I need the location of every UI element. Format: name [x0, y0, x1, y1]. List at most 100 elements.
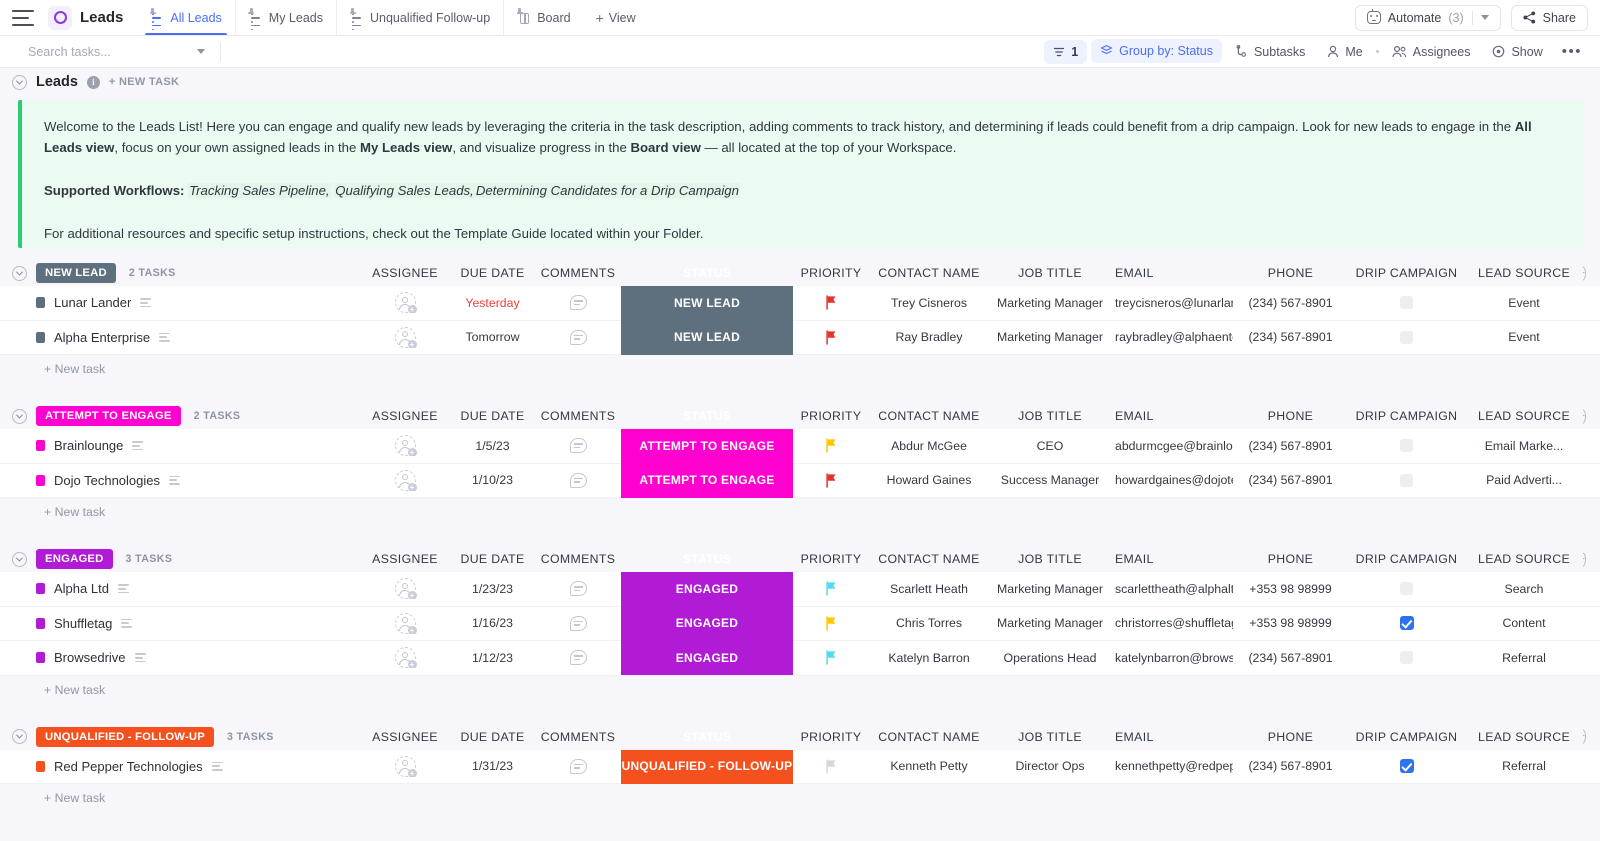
drip-campaign-cell[interactable] — [1348, 331, 1465, 344]
task-description-icon[interactable] — [118, 584, 129, 593]
status-badge[interactable]: NEW LEAD — [621, 320, 793, 355]
view-tab-my-leads[interactable]: My Leads — [235, 0, 336, 35]
column-header-contact[interactable]: CONTACT NAME — [869, 409, 989, 423]
drip-campaign-cell[interactable] — [1348, 759, 1465, 773]
drip-checkbox-checked[interactable] — [1400, 759, 1414, 773]
collapse-group-icon[interactable] — [12, 409, 27, 424]
assignee-cell[interactable]: + — [360, 470, 450, 491]
due-date-cell[interactable]: Tomorrow — [450, 330, 535, 344]
assignee-cell[interactable]: + — [360, 613, 450, 634]
drip-checkbox-unchecked[interactable] — [1400, 474, 1413, 487]
email-cell[interactable]: kennethpetty@redpeppertech.com — [1111, 759, 1233, 773]
job-title-cell[interactable]: Operations Head — [989, 651, 1111, 665]
column-header-email[interactable]: EMAIL — [1111, 730, 1233, 744]
email-cell[interactable]: treycisneros@lunarlander.com — [1111, 296, 1233, 310]
new-task-button[interactable]: + NEW TASK — [109, 76, 179, 88]
task-name[interactable]: Dojo Technologies — [54, 473, 160, 488]
due-date-cell[interactable]: 1/16/23 — [450, 616, 535, 630]
table-row[interactable]: Dojo Technologies+1/10/23ATTEMPT TO ENGA… — [0, 464, 1600, 499]
drip-campaign-cell[interactable] — [1348, 582, 1465, 595]
task-description-icon[interactable] — [212, 762, 223, 771]
column-header-drip[interactable]: DRIP CAMPAIGN — [1348, 266, 1465, 280]
drip-checkbox-unchecked[interactable] — [1400, 582, 1413, 595]
job-title-cell[interactable]: CEO — [989, 439, 1111, 453]
phone-cell[interactable]: (234) 567-8901 — [1233, 330, 1348, 344]
contact-name-cell[interactable]: Howard Gaines — [869, 473, 989, 487]
add-assignee-icon[interactable]: + — [395, 613, 416, 634]
job-title-cell[interactable]: Marketing Manager — [989, 296, 1111, 310]
column-header-lead-source[interactable]: LEAD SOURCE — [1465, 409, 1583, 423]
phone-cell[interactable]: (234) 567-8901 — [1233, 439, 1348, 453]
comment-icon[interactable] — [570, 581, 587, 596]
comments-cell[interactable] — [535, 759, 621, 774]
status-badge[interactable]: NEW LEAD — [621, 286, 793, 321]
task-name[interactable]: Brainlounge — [54, 438, 123, 453]
comment-icon[interactable] — [570, 438, 587, 453]
comment-icon[interactable] — [570, 759, 587, 774]
phone-cell[interactable]: (234) 567-8901 — [1233, 473, 1348, 487]
task-name[interactable]: Lunar Lander — [54, 295, 131, 310]
email-cell[interactable]: abdurmcgee@brainlounge.com — [1111, 439, 1233, 453]
table-row[interactable]: Lunar Lander+YesterdayNEW LEADTrey Cisne… — [0, 286, 1600, 321]
chevron-down-icon[interactable] — [1481, 15, 1489, 20]
task-description-icon[interactable] — [121, 619, 132, 628]
status-badge[interactable]: ATTEMPT TO ENGAGE — [621, 429, 793, 464]
column-header-lead-source[interactable]: LEAD SOURCE — [1465, 266, 1583, 280]
task-description-icon[interactable] — [159, 333, 170, 342]
assignee-cell[interactable]: + — [360, 756, 450, 777]
column-header-drip[interactable]: DRIP CAMPAIGN — [1348, 730, 1465, 744]
due-date-cell[interactable]: 1/5/23 — [450, 439, 535, 453]
add-column-button[interactable]: + — [1583, 729, 1586, 744]
group-status-badge[interactable]: ATTEMPT TO ENGAGE — [36, 406, 181, 426]
table-row[interactable]: Brainlounge+1/5/23ATTEMPT TO ENGAGEAbdur… — [0, 429, 1600, 464]
column-header-job[interactable]: JOB TITLE — [989, 552, 1111, 566]
column-header-due[interactable]: DUE DATE — [450, 730, 535, 744]
drip-checkbox-unchecked[interactable] — [1400, 296, 1413, 309]
view-tab-all-leads[interactable]: All Leads — [137, 0, 234, 35]
column-header-status[interactable]: STATUS — [621, 399, 793, 434]
phone-cell[interactable]: (234) 567-8901 — [1233, 759, 1348, 773]
view-tab-board[interactable]: Board — [503, 0, 583, 35]
lead-source-cell[interactable]: Event — [1465, 330, 1583, 344]
column-header-comments[interactable]: COMMENTS — [535, 730, 621, 744]
task-name[interactable]: Shuffletag — [54, 616, 112, 631]
task-name-cell[interactable]: Alpha Ltd — [0, 581, 360, 596]
status-badge[interactable]: ENGAGED — [621, 572, 793, 607]
comment-icon[interactable] — [570, 295, 587, 310]
add-assignee-icon[interactable]: + — [395, 756, 416, 777]
lead-source-cell[interactable]: Referral — [1465, 651, 1583, 665]
email-cell[interactable]: scarlettheath@alphaltd.com — [1111, 582, 1233, 596]
comments-cell[interactable] — [535, 581, 621, 596]
job-title-cell[interactable]: Success Manager — [989, 473, 1111, 487]
job-title-cell[interactable]: Marketing Manager — [989, 330, 1111, 344]
collapse-group-icon[interactable] — [12, 552, 27, 567]
contact-name-cell[interactable]: Scarlett Heath — [869, 582, 989, 596]
drip-campaign-cell[interactable] — [1348, 616, 1465, 630]
column-header-contact[interactable]: CONTACT NAME — [869, 730, 989, 744]
task-name-cell[interactable]: Dojo Technologies — [0, 473, 360, 488]
phone-cell[interactable]: +353 98 98999 — [1233, 616, 1348, 630]
status-badge[interactable]: ENGAGED — [621, 606, 793, 641]
lead-source-cell[interactable]: Referral — [1465, 759, 1583, 773]
group-by-button[interactable]: Group by: Status — [1091, 39, 1222, 63]
lead-source-cell[interactable]: Content — [1465, 616, 1583, 630]
column-header-email[interactable]: EMAIL — [1111, 266, 1233, 280]
comment-icon[interactable] — [570, 616, 587, 631]
priority-cell[interactable] — [793, 473, 869, 488]
column-header-priority[interactable]: PRIORITY — [793, 266, 869, 280]
priority-flag-icon[interactable] — [825, 295, 838, 310]
priority-flag-icon[interactable] — [825, 330, 838, 345]
more-options-button[interactable]: ••• — [1556, 47, 1588, 57]
priority-flag-icon[interactable] — [825, 581, 838, 596]
menu-icon[interactable] — [12, 10, 34, 26]
priority-cell[interactable] — [793, 330, 869, 345]
status-badge[interactable]: UNQUALIFIED - FOLLOW-UP — [621, 749, 793, 784]
column-header-job[interactable]: JOB TITLE — [989, 266, 1111, 280]
priority-flag-icon[interactable] — [825, 759, 838, 774]
column-header-phone[interactable]: PHONE — [1233, 409, 1348, 423]
job-title-cell[interactable]: Marketing Manager — [989, 582, 1111, 596]
priority-cell[interactable] — [793, 650, 869, 665]
add-assignee-icon[interactable]: + — [395, 470, 416, 491]
email-cell[interactable]: howardgaines@dojotech.com — [1111, 473, 1233, 487]
lead-source-cell[interactable]: Paid Adverti... — [1465, 473, 1583, 487]
